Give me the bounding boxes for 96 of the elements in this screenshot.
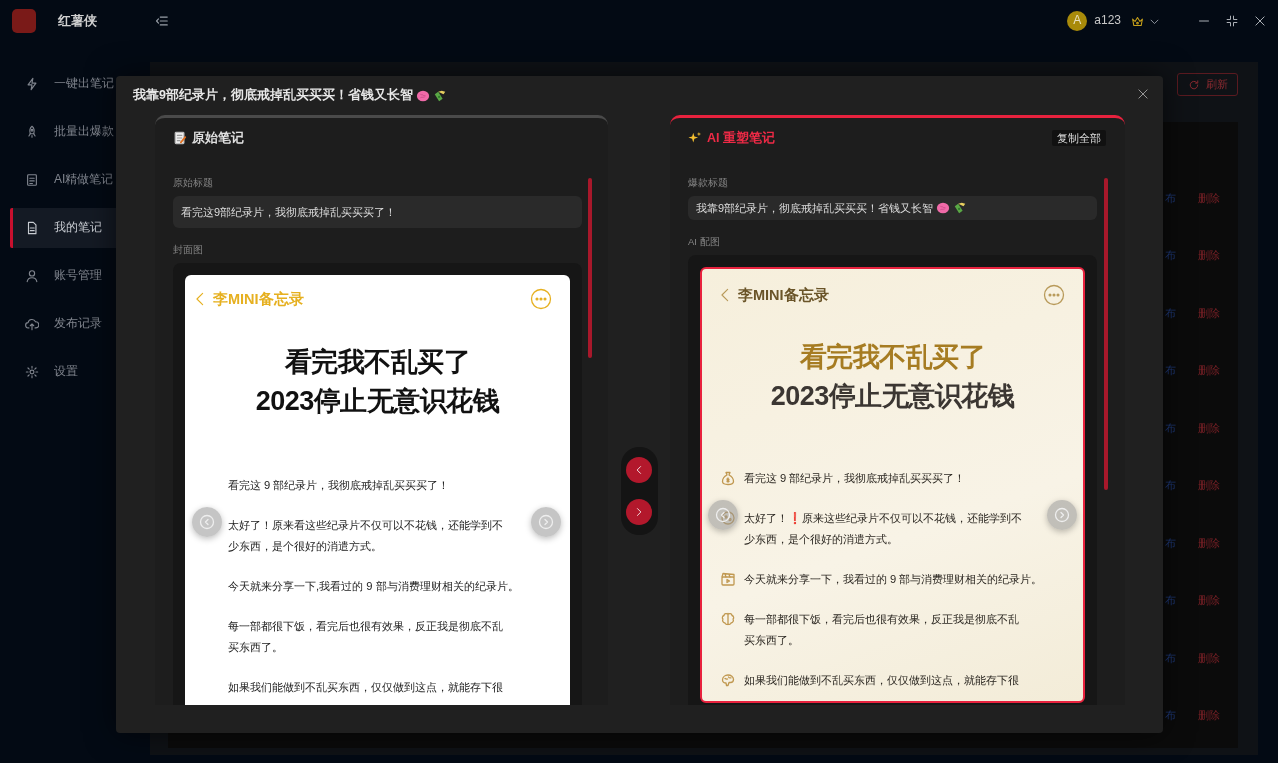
carousel-prev-button[interactable] (708, 500, 738, 530)
clapperboard-icon (720, 571, 736, 587)
crown-icon (1131, 14, 1144, 28)
delete-link[interactable]: 删除 (1198, 363, 1220, 378)
scrollbar-thumb[interactable] (588, 178, 592, 358)
brain-icon (415, 88, 430, 103)
headline: 看完我不乱买了 (283, 346, 472, 379)
sidebar-item[interactable]: AI精做笔记 (10, 160, 150, 200)
sidebar-item[interactable]: 发布记录 (10, 304, 150, 344)
sidebar-item[interactable]: 账号管理 (10, 256, 150, 296)
paragraph: 如果我们能做到不乱买东西，仅仅做到这点，就能存下很 (228, 680, 503, 695)
publish-link[interactable]: 布 (1165, 363, 1176, 378)
panel-title: AI 重塑笔记 (707, 129, 775, 147)
close-icon[interactable] (1137, 88, 1149, 100)
delete-link[interactable]: 删除 (1198, 650, 1220, 665)
paragraph: 每一部都很下饭，看完后也很有效果，反正我是彻底不乱 买东西了。 (744, 612, 1019, 648)
user-icon (25, 269, 39, 283)
money-bag-icon (720, 470, 736, 486)
field-text: 我靠9部纪录片，彻底戒掉乱买买买！省钱又长智 (696, 200, 934, 216)
brain-icon (720, 672, 736, 688)
document-icon (25, 173, 39, 187)
publish-link[interactable]: 布 (1165, 593, 1176, 608)
paragraph: 看完这 9 部纪录片，我彻底戒掉乱买买买了！ (744, 471, 966, 486)
delete-link[interactable]: 删除 (1198, 248, 1220, 263)
delete-link[interactable]: 删除 (1198, 593, 1220, 608)
paragraph: 看完这 9 部纪录片，我彻底戒掉乱买买买了！ (228, 478, 450, 493)
next-button[interactable] (626, 499, 652, 525)
money-icon (953, 201, 968, 215)
copy-all-button[interactable]: 复制全部 (1052, 129, 1106, 147)
lightning-icon (25, 77, 39, 91)
brain-icon (936, 201, 951, 215)
money-icon (432, 88, 447, 103)
publish-link[interactable]: 布 (1165, 420, 1176, 435)
paragraph: 每一部都很下饭，看完后也很有效果，反正我是彻底不乱 买东西了。 (228, 619, 503, 655)
publish-link[interactable]: 布 (1165, 650, 1176, 665)
menu-collapse-icon[interactable] (155, 14, 169, 28)
paragraph: 如果我们能做到不乱买东西，仅仅做到这点，就能存下很 (744, 673, 1019, 688)
brain-icon (720, 611, 736, 627)
chevron-right-icon (1054, 507, 1070, 523)
headline: 2023停止无意识花钱 (769, 380, 1016, 413)
refresh-button[interactable]: 刷新 (1177, 73, 1238, 96)
scrollbar-thumb[interactable] (1104, 178, 1108, 490)
publish-link[interactable]: 布 (1165, 305, 1176, 320)
app-name: 红薯侠 (58, 12, 97, 30)
field-label: 原始标题 (173, 176, 214, 190)
delete-link[interactable]: 删除 (1198, 420, 1220, 435)
delete-link[interactable]: 删除 (1198, 305, 1220, 320)
user-name[interactable]: a123 (1094, 13, 1121, 29)
title-field[interactable]: 我靠9部纪录片，彻底戒掉乱买买买！省钱又长智 (688, 196, 1097, 220)
app-title: 李MINI备忘录 (213, 289, 304, 309)
chevron-left-icon (634, 465, 644, 475)
coin-icon (720, 510, 736, 526)
field-label: 爆款标题 (688, 176, 729, 190)
paragraph: 今天就来分享一下,我看过的 9 部与消费理财相关的纪录片。 (228, 579, 519, 594)
paragraph: 太好了！原来看这些纪录片不仅可以不花钱，还能学到不 少东西，是个很好的消遣方式。 (228, 518, 503, 554)
sidebar-item[interactable]: 批量出爆款 (10, 112, 150, 152)
refresh-icon (1187, 78, 1200, 91)
paragraph: 今天就来分享一下，我看过的 9 部与消费理财相关的纪录片。 (744, 572, 1043, 587)
restore-icon[interactable] (1226, 15, 1238, 27)
publish-link[interactable]: 布 (1165, 708, 1176, 723)
carousel-next-button[interactable] (531, 507, 561, 537)
carousel-prev-button[interactable] (192, 507, 222, 537)
chevron-right-icon (634, 507, 644, 517)
sparkles-icon (688, 131, 702, 145)
title-field[interactable]: 看完这9部纪录片，我彻底戒掉乱买买买了！ (173, 196, 582, 228)
rocket-icon (25, 125, 39, 139)
settings-icon (25, 365, 39, 379)
field-label: AI 配图 (688, 235, 721, 249)
publish-link[interactable]: 布 (1165, 190, 1176, 205)
publish-link[interactable]: 布 (1165, 535, 1176, 550)
headline: 2023停止无意识花钱 (254, 385, 501, 418)
chevron-right-icon (538, 514, 554, 530)
publish-link[interactable]: 布 (1165, 248, 1176, 263)
more-icon (1043, 284, 1065, 306)
more-icon (530, 288, 552, 310)
app-logo (12, 9, 36, 33)
app-title: 李MINI备忘录 (738, 285, 829, 305)
memo-icon (173, 131, 187, 145)
file-icon (25, 221, 39, 235)
delete-link[interactable]: 删除 (1198, 708, 1220, 723)
sidebar-item[interactable]: 设置 (10, 352, 150, 392)
paragraph: 太好了！❗原来这些纪录片不仅可以不花钱，还能学到不 少东西，是个很好的消遣方式。 (744, 511, 1022, 547)
delete-link[interactable]: 删除 (1198, 190, 1220, 205)
previous-button[interactable] (626, 457, 652, 483)
headline: 看完我不乱买了 (798, 341, 987, 374)
field-label: 封面图 (173, 243, 204, 257)
chevron-left-icon (715, 507, 731, 523)
close-icon[interactable] (1254, 15, 1266, 27)
delete-link[interactable]: 删除 (1198, 535, 1220, 550)
dialog-title: 我靠9部纪录片，彻底戒掉乱买买买！省钱又长智 (133, 87, 413, 104)
publish-link[interactable]: 布 (1165, 478, 1176, 493)
delete-link[interactable]: 删除 (1198, 478, 1220, 493)
user-avatar[interactable]: A (1067, 11, 1088, 31)
chevron-left-icon (199, 514, 215, 530)
cloud-upload-icon (25, 317, 39, 331)
panel-title: 原始笔记 (192, 129, 244, 147)
